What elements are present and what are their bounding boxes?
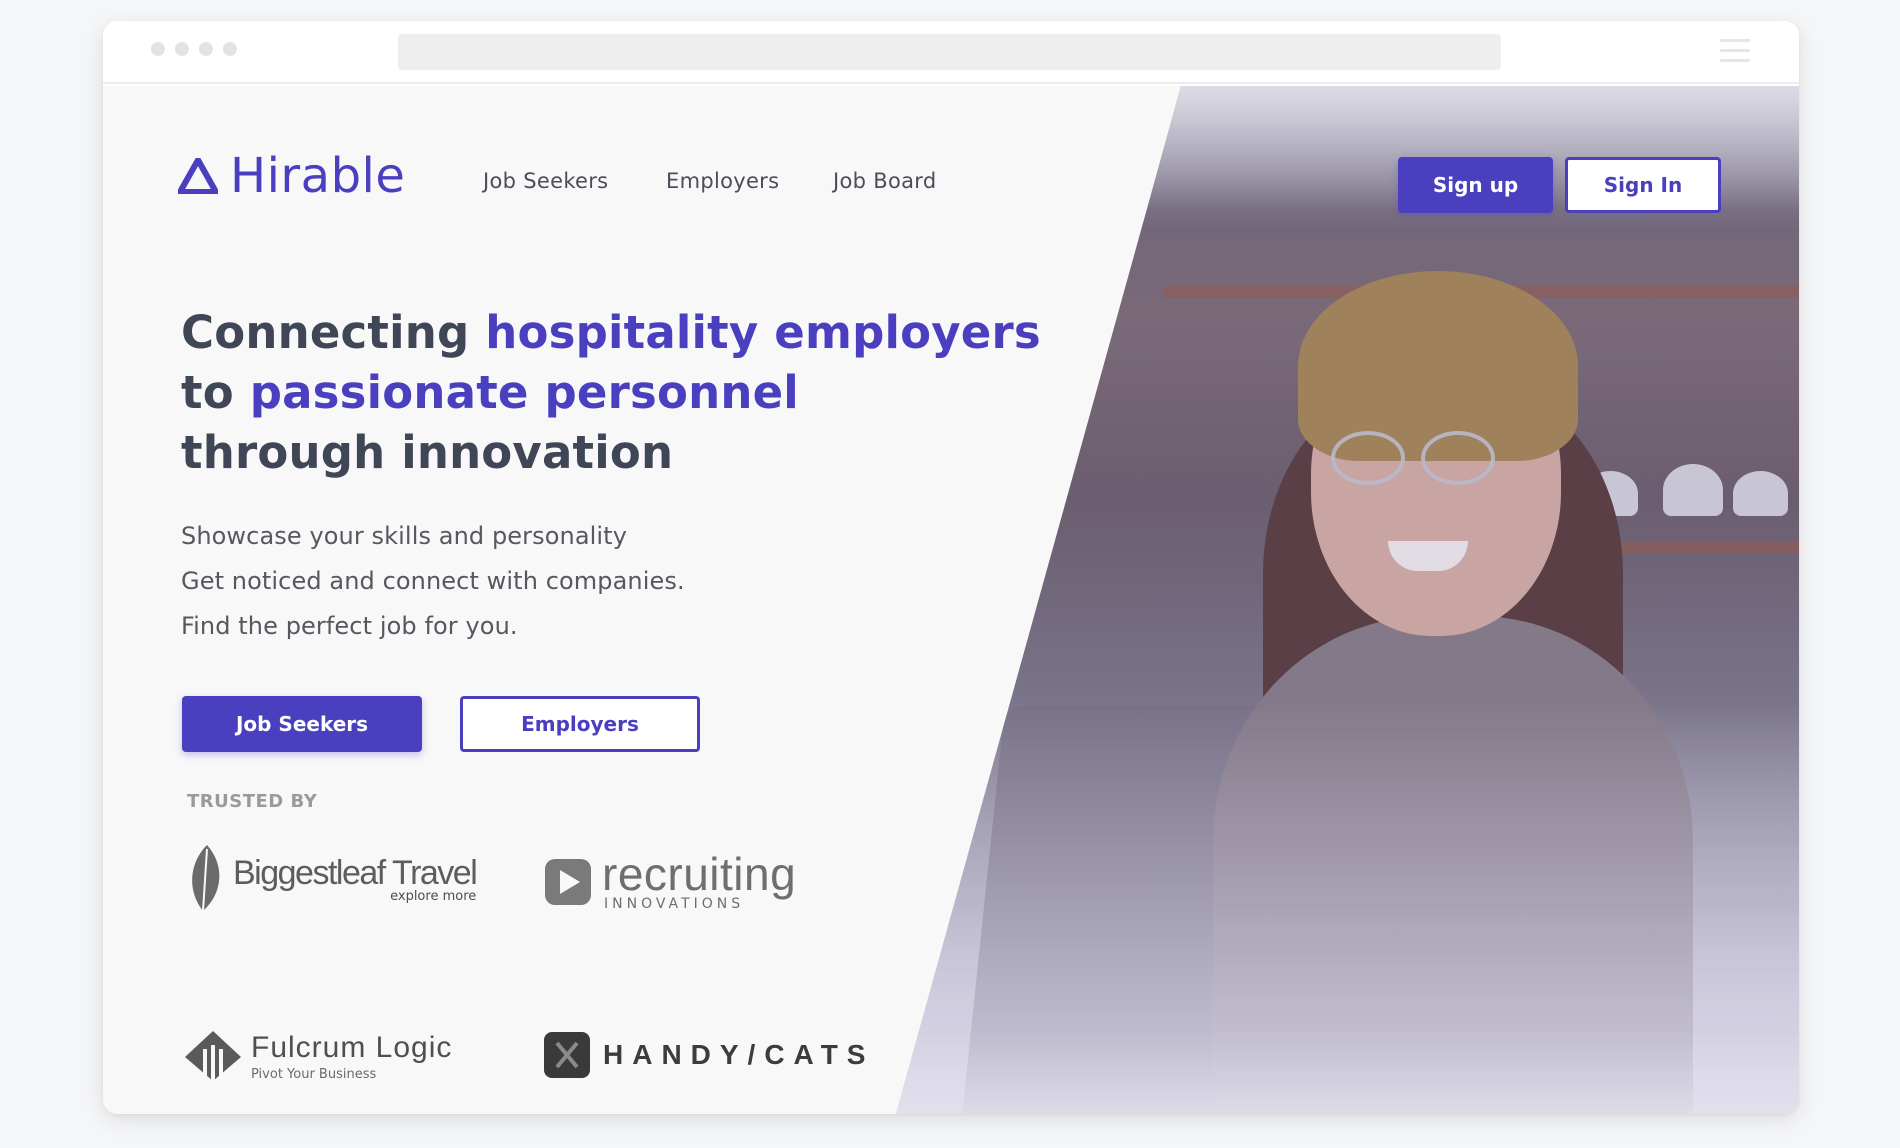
address-bar[interactable] bbox=[398, 34, 1501, 70]
nav-link-employers[interactable]: Employers bbox=[666, 169, 779, 193]
hero-subline: Showcase your skills and personality bbox=[181, 522, 627, 550]
window-dot[interactable] bbox=[223, 42, 237, 56]
trusted-by-heading: TRUSTED BY bbox=[187, 791, 318, 812]
hero-headline: Connecting hospitality employers to pass… bbox=[181, 306, 1041, 479]
play-icon bbox=[545, 859, 591, 905]
brand-name: Fulcrum Logic bbox=[251, 1030, 453, 1064]
hamburger-menu-icon[interactable] bbox=[1720, 39, 1750, 65]
hero-subline: Get noticed and connect with companies. bbox=[181, 567, 685, 595]
signup-button[interactable]: Sign up bbox=[1398, 157, 1553, 213]
window-controls bbox=[151, 42, 237, 56]
hero-photo bbox=[896, 86, 1799, 1114]
leaf-icon bbox=[192, 845, 220, 912]
hero-subline: Find the perfect job for you. bbox=[181, 612, 518, 640]
brand-name: Biggestleaf Travel bbox=[233, 854, 478, 892]
signin-button[interactable]: Sign In bbox=[1565, 157, 1721, 213]
job-seekers-cta-button[interactable]: Job Seekers bbox=[182, 696, 422, 752]
browser-window: Hirable Job Seekers Employers Job Board … bbox=[103, 21, 1799, 1114]
headline-accent: hospitality employers bbox=[485, 306, 1041, 359]
browser-chrome bbox=[103, 21, 1799, 84]
landing-page: Hirable Job Seekers Employers Job Board … bbox=[103, 86, 1799, 1114]
pillar-icon bbox=[185, 1031, 241, 1081]
brand-logo-handycats[interactable]: HANDY/CATS bbox=[543, 1031, 874, 1079]
window-dot[interactable] bbox=[175, 42, 189, 56]
headline-accent: passionate personnel bbox=[249, 366, 799, 419]
brand-logo-fulcrum[interactable]: Fulcrum Logic Pivot Your Business bbox=[183, 1029, 452, 1083]
nav-link-job-board[interactable]: Job Board bbox=[833, 169, 936, 193]
window-dot[interactable] bbox=[151, 42, 165, 56]
brand-name: recruiting bbox=[602, 848, 797, 900]
handycats-icon bbox=[544, 1032, 590, 1078]
logo-text: Hirable bbox=[230, 148, 406, 204]
hirable-logo-icon bbox=[178, 158, 218, 194]
nav-link-job-seekers[interactable]: Job Seekers bbox=[483, 169, 608, 193]
brand-tagline: Pivot Your Business bbox=[251, 1066, 377, 1082]
brand-logo[interactable]: Hirable bbox=[178, 148, 405, 204]
brand-logo-recruiting[interactable]: recruiting INNOVATIONS bbox=[544, 848, 797, 912]
window-dot[interactable] bbox=[199, 42, 213, 56]
brand-name: HANDY/CATS bbox=[603, 1039, 875, 1070]
brand-logo-biggestleaf[interactable]: Biggestleaf Travel explore more bbox=[183, 843, 478, 915]
employers-cta-button[interactable]: Employers bbox=[460, 696, 700, 752]
